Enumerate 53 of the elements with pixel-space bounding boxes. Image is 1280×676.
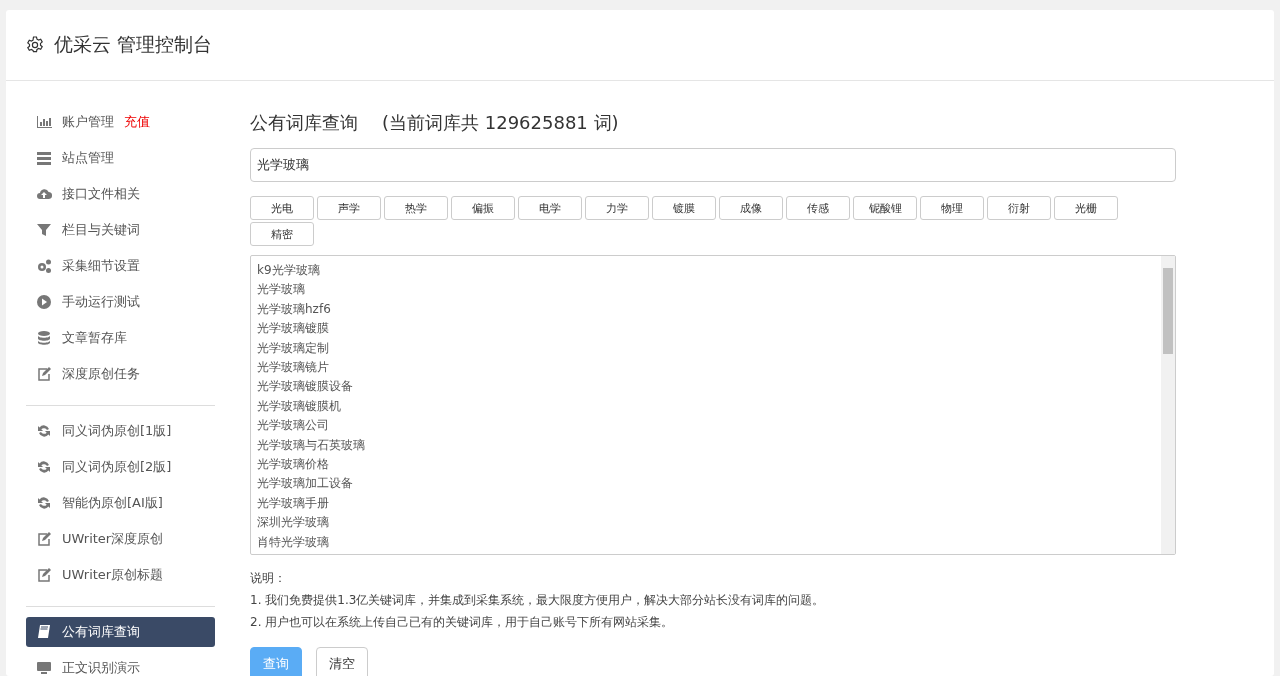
sidebar-item[interactable]: 站点管理 — [26, 143, 215, 173]
sidebar-item[interactable]: 采集细节设置 — [26, 251, 215, 281]
sidebar-item[interactable]: 手动运行测试 — [26, 287, 215, 317]
tag-button[interactable]: 声学 — [317, 196, 381, 220]
recharge-link[interactable]: 充值 — [124, 113, 150, 131]
tag-button[interactable]: 偏振 — [451, 196, 515, 220]
result-line: 光学玻璃镜片 — [257, 359, 330, 377]
sidebar-item[interactable]: UWriter原创标题 — [26, 560, 215, 590]
sidebar-item[interactable]: 正文识别演示 — [26, 653, 215, 676]
note-text: 2. 用户也可以在系统上传自己已有的关键词库，用于自己账号下所有网站采集。 — [250, 614, 675, 631]
note-text: 1. 我们免费提供1.3亿关键词库，并集成到采集系统，最大限度方便用户，解决大部分站长没有词库的问题。 — [250, 592, 826, 609]
result-line: 光学玻璃hzf6 — [257, 300, 332, 318]
app-title: 优采云 管理控制台 — [54, 32, 213, 57]
result-line: 光学玻璃加工设备 — [257, 475, 354, 493]
tag-button[interactable]: 力学 — [585, 196, 649, 220]
result-line: 光学玻璃镀膜 — [257, 320, 330, 338]
sidebar-item[interactable]: 深度原创任务 — [26, 359, 215, 389]
sidebar-item[interactable]: 同义词伪原创[1版] — [26, 416, 215, 446]
sidebar-item[interactable]: 同义词伪原创[2版] — [26, 452, 215, 482]
sidebar-item[interactable]: 栏目与关键词 — [26, 215, 215, 245]
tag-button[interactable]: 光电 — [250, 196, 314, 220]
result-line: 光学玻璃与石英玻璃 — [257, 436, 366, 454]
sidebar-item[interactable]: UWriter深度原创 — [26, 524, 215, 554]
result-line: 深圳光学玻璃 — [257, 514, 330, 532]
tag-button[interactable]: 衍射 — [987, 196, 1051, 220]
tag-button[interactable]: 镀膜 — [652, 196, 716, 220]
page-title: 公有词库查询 — [250, 111, 358, 135]
sidebar-item[interactable]: 文章暂存库 — [26, 323, 215, 353]
notes-title: 说明： — [250, 570, 287, 587]
tag-button[interactable]: 成像 — [719, 196, 783, 220]
tag-button[interactable]: 光栅 — [1054, 196, 1118, 220]
result-line: 光学玻璃镀膜设备 — [257, 378, 354, 396]
clear-button[interactable]: 清空 — [316, 647, 368, 676]
result-line: 光学玻璃价格 — [257, 456, 330, 474]
sidebar-item[interactable]: 智能伪原创[AI版] — [26, 488, 215, 518]
sidebar-item[interactable]: 接口文件相关 — [26, 179, 215, 209]
tag-button[interactable]: 铌酸锂 — [853, 196, 917, 220]
result-line: 光学玻璃公司 — [257, 417, 330, 435]
tag-button[interactable]: 精密 — [250, 222, 314, 246]
tag-button[interactable]: 传感 — [786, 196, 850, 220]
result-line: 光学玻璃镀膜机 — [257, 397, 342, 415]
tag-button[interactable]: 物理 — [920, 196, 984, 220]
search-field[interactable]: 光学玻璃 — [250, 148, 1176, 182]
tag-button[interactable]: 电学 — [518, 196, 582, 220]
sidebar-item[interactable]: 公有词库查询 — [26, 617, 215, 647]
word-count: (当前词库共 129625881 词) — [382, 111, 619, 135]
result-line: k9光学玻璃 — [257, 262, 321, 279]
tag-button[interactable]: 热学 — [384, 196, 448, 220]
result-line: 肖特光学玻璃 — [257, 533, 330, 551]
result-line: 光学玻璃定制 — [257, 339, 330, 357]
sidebar-item[interactable]: 账户管理 充值 — [26, 107, 215, 137]
result-line: 光学玻璃手册 — [257, 494, 330, 512]
result-line: 光学玻璃 — [257, 281, 306, 299]
